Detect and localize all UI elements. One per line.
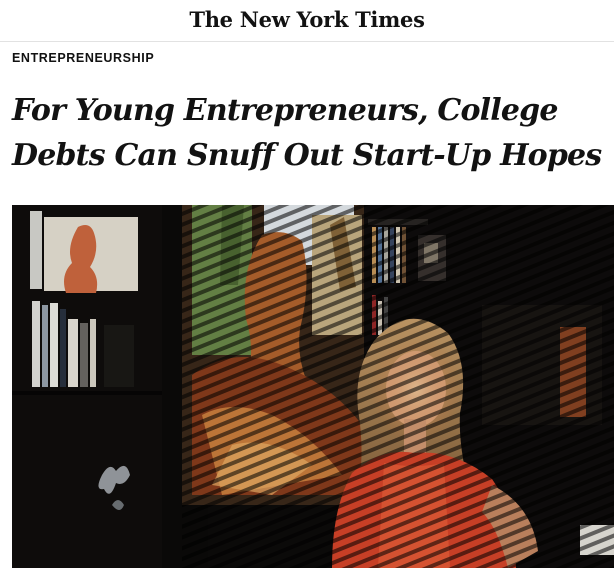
lead-photo — [12, 205, 614, 568]
nyt-logo-icon[interactable]: The New York Times — [0, 7, 614, 32]
masthead: The New York Times — [0, 0, 614, 42]
article-headline: For Young Entrepreneurs, College Debts C… — [12, 93, 602, 173]
section-kicker[interactable]: ENTREPRENEURSHIP — [12, 51, 154, 65]
